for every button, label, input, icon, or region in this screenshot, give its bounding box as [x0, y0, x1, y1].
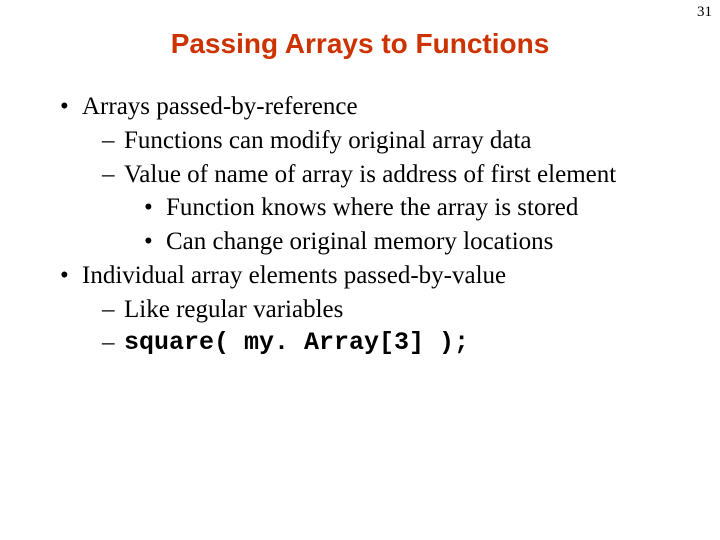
bullet-text: Functions can modify original array data — [124, 124, 680, 158]
bullet-level2: – Functions can modify original array da… — [60, 124, 680, 158]
bullet-level1: • Individual array elements passed-by-va… — [60, 259, 680, 293]
bullet-dot-icon: • — [144, 191, 166, 225]
bullet-text: Like regular variables — [124, 293, 680, 327]
bullet-level2: – square( my. Array[3] ); — [60, 326, 680, 360]
bullet-level3: • Can change original memory locations — [60, 225, 680, 259]
bullet-text: Function knows where the array is stored — [166, 191, 680, 225]
bullet-text: Can change original memory locations — [166, 225, 680, 259]
bullet-dash-icon: – — [102, 124, 124, 158]
bullet-dash-icon: – — [102, 158, 124, 192]
bullet-level2: – Value of name of array is address of f… — [60, 158, 680, 192]
bullet-level1: • Arrays passed-by-reference — [60, 90, 680, 124]
bullet-dot-icon: • — [60, 90, 82, 124]
bullet-dot-icon: • — [60, 259, 82, 293]
page-number: 31 — [697, 4, 712, 21]
slide: 31 Passing Arrays to Functions • Arrays … — [0, 0, 720, 540]
bullet-level2: – Like regular variables — [60, 293, 680, 327]
bullet-text: Individual array elements passed-by-valu… — [82, 259, 680, 293]
slide-title: Passing Arrays to Functions — [0, 0, 720, 70]
bullet-level3: • Function knows where the array is stor… — [60, 191, 680, 225]
bullet-text: Arrays passed-by-reference — [82, 90, 680, 124]
bullet-dot-icon: • — [144, 225, 166, 259]
bullet-dash-icon: – — [102, 293, 124, 327]
slide-body: • Arrays passed-by-reference – Functions… — [0, 70, 720, 360]
bullet-dash-icon: – — [102, 326, 124, 360]
bullet-code-text: square( my. Array[3] ); — [124, 326, 680, 360]
bullet-text: Value of name of array is address of fir… — [124, 158, 680, 192]
